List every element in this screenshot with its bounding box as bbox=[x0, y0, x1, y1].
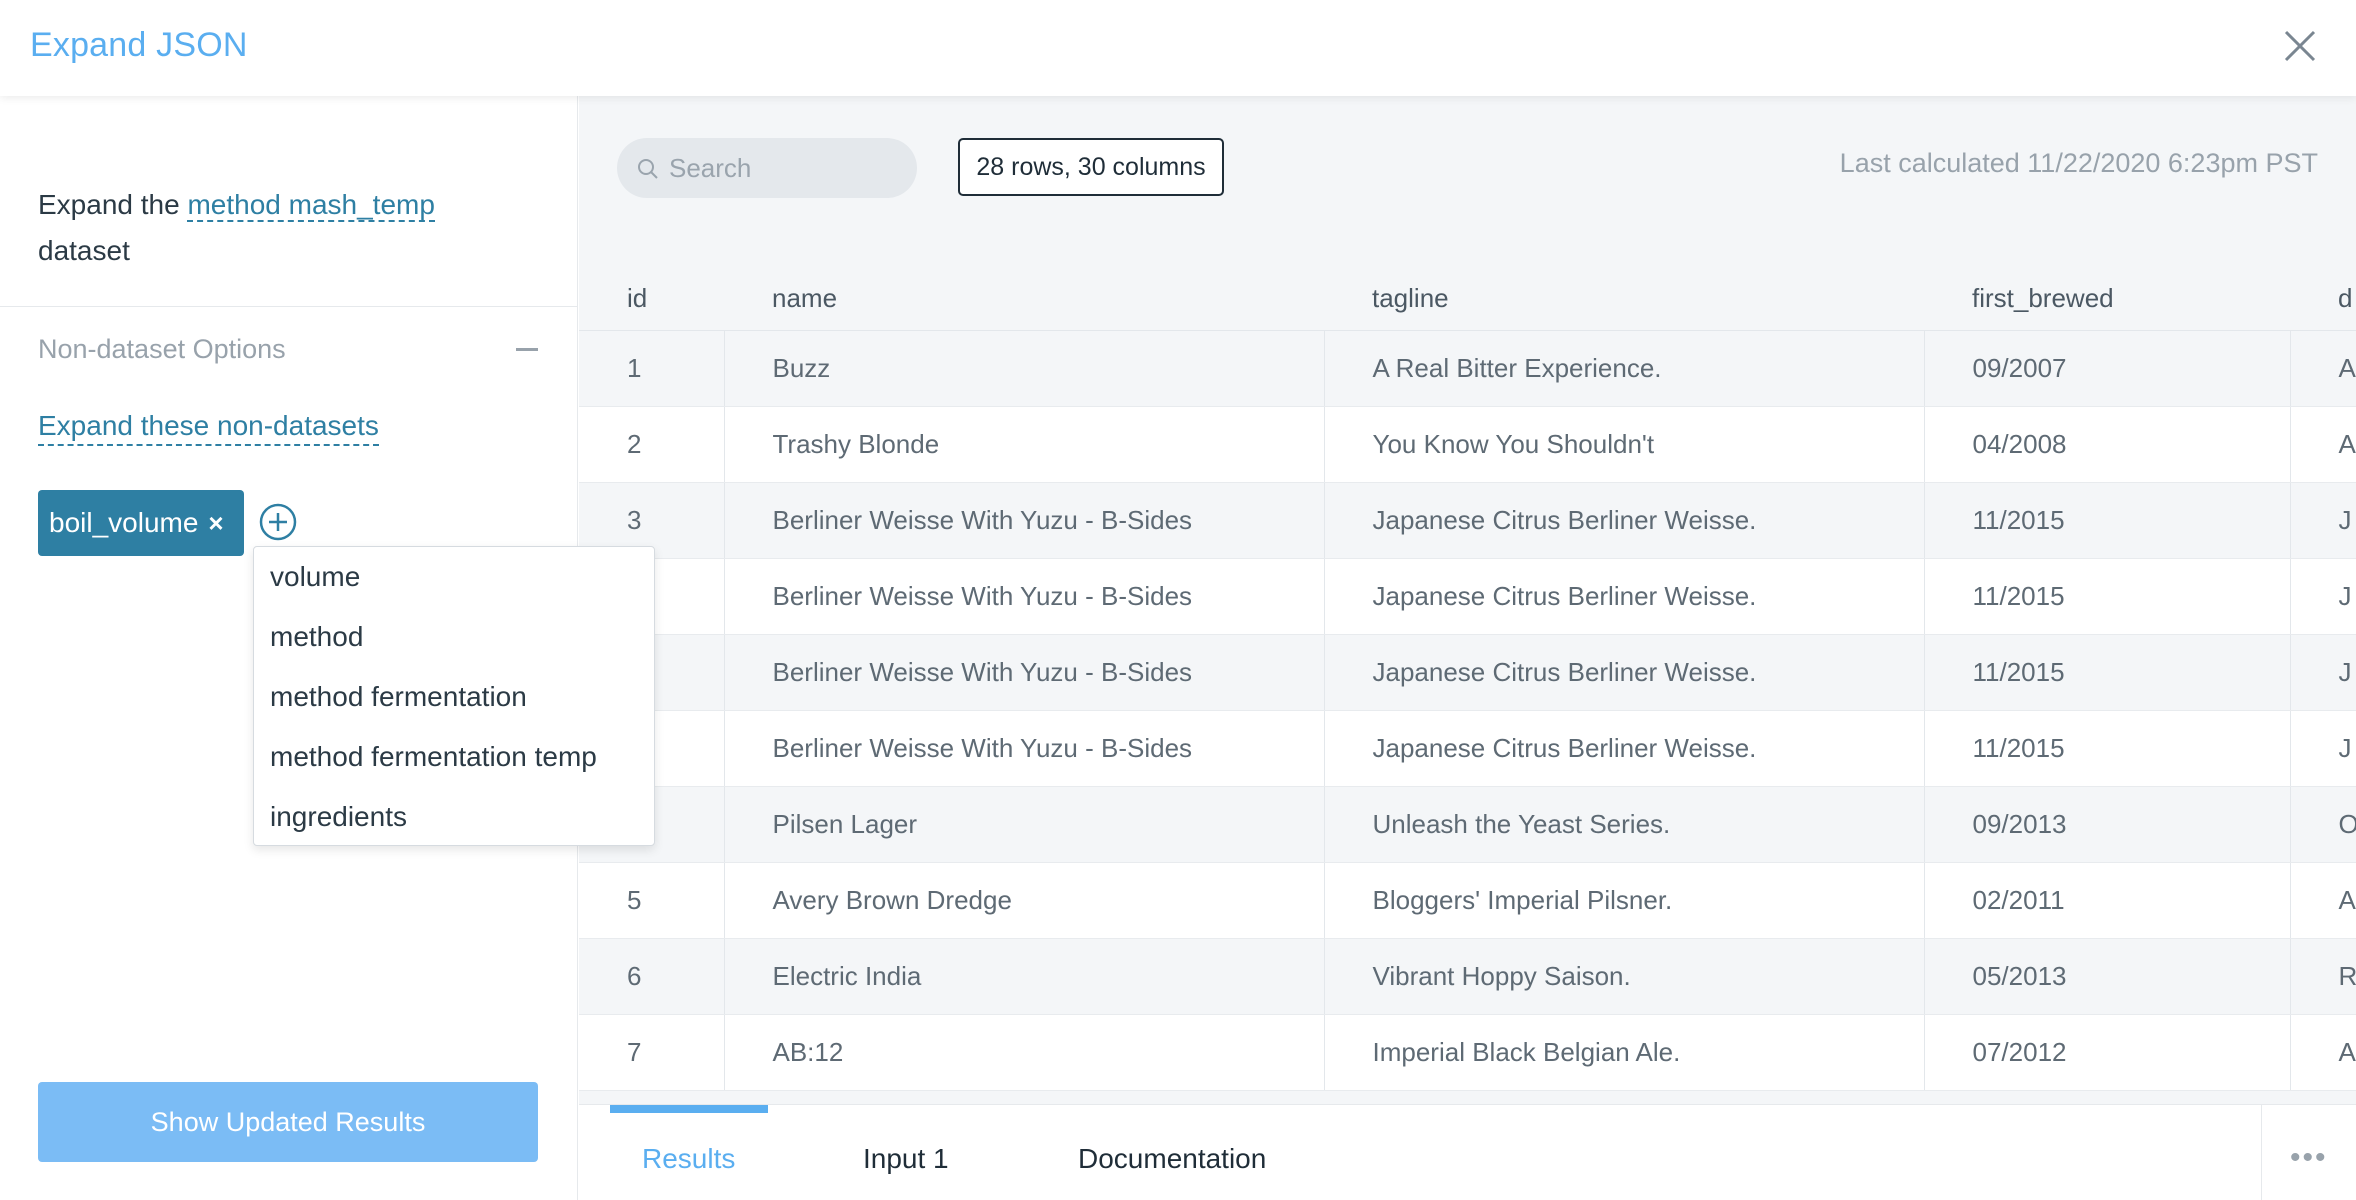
table-row: Berliner Weisse With Yuzu - B-Sides Japan… bbox=[579, 558, 2356, 635]
tab-results[interactable]: Results bbox=[642, 1143, 735, 1175]
tab-documentation[interactable]: Documentation bbox=[1078, 1143, 1266, 1175]
column-header[interactable]: d bbox=[2290, 268, 2356, 331]
table-cell: Trashy Blonde bbox=[724, 406, 1325, 483]
table-cell: Unleash the Yeast Series. bbox=[1324, 786, 1925, 863]
expand-non-datasets-link[interactable]: Expand these non-datasets bbox=[38, 410, 379, 446]
dataset-link[interactable]: method mash_temp bbox=[187, 189, 435, 222]
intro-suffix: dataset bbox=[38, 235, 130, 266]
tag-label: boil_volume bbox=[49, 507, 199, 538]
column-header[interactable]: first_brewed bbox=[1924, 268, 2290, 331]
table-cell: AB:12 bbox=[724, 1014, 1325, 1091]
table-cell: A bbox=[2290, 330, 2356, 407]
table-cell: 11/2015 bbox=[1924, 482, 2291, 559]
table-cell: 07/2012 bbox=[1924, 1014, 2291, 1091]
table-cell: 11/2015 bbox=[1924, 710, 2291, 787]
dropdown-option[interactable]: method fermentation bbox=[254, 667, 654, 727]
add-icon[interactable] bbox=[258, 502, 298, 542]
table-cell: J bbox=[2290, 710, 2356, 787]
table-cell: 6 bbox=[579, 938, 725, 1015]
search-box[interactable] bbox=[617, 138, 917, 198]
table-cell: 09/2013 bbox=[1924, 786, 2291, 863]
table-row: 1 Buzz A Real Bitter Experience. 09/2007 A bbox=[579, 330, 2356, 407]
results-table: id name tagline first_brewed d 1 Buzz A Re… bbox=[579, 268, 2356, 1091]
table-row: Berliner Weisse With Yuzu - B-Sides Japan… bbox=[579, 634, 2356, 711]
column-header[interactable]: name bbox=[724, 268, 1324, 331]
table-cell: 2 bbox=[579, 406, 725, 483]
table-cell: 04/2008 bbox=[1924, 406, 2291, 483]
modal-title: Expand JSON bbox=[30, 26, 248, 64]
table-row: 3 Berliner Weisse With Yuzu - B-Sides Japa… bbox=[579, 482, 2356, 559]
table-cell: A bbox=[2290, 1014, 2356, 1091]
table-cell: Imperial Black Belgian Ale. bbox=[1324, 1014, 1925, 1091]
table-row: 6 Electric India Vibrant Hoppy Saison. 05/2… bbox=[579, 938, 2356, 1015]
table-cell: 7 bbox=[579, 1014, 725, 1091]
dropdown-option[interactable]: method fermentation temp bbox=[254, 727, 654, 787]
table-cell: 11/2015 bbox=[1924, 634, 2291, 711]
table-cell: A bbox=[2290, 406, 2356, 483]
options-dropdown: volume method method fermentation method… bbox=[253, 546, 655, 846]
table-cell: Berliner Weisse With Yuzu - B-Sides bbox=[724, 558, 1325, 635]
table-cell: Pilsen Lager bbox=[724, 786, 1325, 863]
selected-tag: boil_volume × bbox=[38, 490, 244, 556]
show-updated-results-button[interactable]: Show Updated Results bbox=[38, 1082, 538, 1162]
results-panel: 28 rows, 30 columns Last calculated 11/2… bbox=[579, 96, 2356, 1200]
intro-text: Expand the method mash_temp dataset bbox=[38, 182, 558, 274]
rows-columns-badge: 28 rows, 30 columns bbox=[958, 138, 1224, 196]
table-cell: J bbox=[2290, 558, 2356, 635]
table-cell: O bbox=[2290, 786, 2356, 863]
last-calculated: Last calculated 11/22/2020 6:23pm PST bbox=[1839, 148, 2318, 178]
intro-prefix: Expand the bbox=[38, 189, 188, 220]
more-options-icon[interactable]: ••• bbox=[2290, 1141, 2328, 1175]
table-cell: Japanese Citrus Berliner Weisse. bbox=[1324, 710, 1925, 787]
divider bbox=[2261, 1105, 2262, 1200]
table-cell: Japanese Citrus Berliner Weisse. bbox=[1324, 482, 1925, 559]
table-cell: 5 bbox=[579, 862, 725, 939]
table-cell: 1 bbox=[579, 330, 725, 407]
divider bbox=[0, 306, 578, 307]
table-cell: 02/2011 bbox=[1924, 862, 2291, 939]
table-row: 7 AB:12 Imperial Black Belgian Ale. 07/2012… bbox=[579, 1014, 2356, 1091]
table-cell: Electric India bbox=[724, 938, 1325, 1015]
table-row: 5 Avery Brown Dredge Bloggers' Imperial Pi… bbox=[579, 862, 2356, 939]
tab-input-1[interactable]: Input 1 bbox=[863, 1143, 949, 1175]
table-cell: A Real Bitter Experience. bbox=[1324, 330, 1925, 407]
bottom-tabs: Results Input 1 Documentation ••• bbox=[579, 1104, 2356, 1200]
close-icon[interactable] bbox=[2280, 26, 2320, 66]
table-cell: Buzz bbox=[724, 330, 1325, 407]
collapse-icon[interactable] bbox=[516, 348, 538, 351]
table-cell: J bbox=[2290, 482, 2356, 559]
column-header[interactable]: id bbox=[579, 268, 724, 331]
table-row: Berliner Weisse With Yuzu - B-Sides Japan… bbox=[579, 710, 2356, 787]
dropdown-option[interactable]: ingredients bbox=[254, 787, 654, 847]
table-header-row: id name tagline first_brewed d bbox=[579, 268, 2356, 331]
search-input[interactable] bbox=[669, 138, 899, 198]
table-cell: Japanese Citrus Berliner Weisse. bbox=[1324, 558, 1925, 635]
table-cell: R bbox=[2290, 938, 2356, 1015]
active-tab-indicator bbox=[610, 1105, 768, 1113]
table-cell: J bbox=[2290, 634, 2356, 711]
table-cell: Vibrant Hoppy Saison. bbox=[1324, 938, 1925, 1015]
table-cell: 11/2015 bbox=[1924, 558, 2291, 635]
table-cell: Avery Brown Dredge bbox=[724, 862, 1325, 939]
table-cell: You Know You Shouldn't bbox=[1324, 406, 1925, 483]
section-title: Non-dataset Options bbox=[38, 334, 286, 364]
search-icon bbox=[638, 159, 658, 179]
table-cell: 05/2013 bbox=[1924, 938, 2291, 1015]
table-cell: Berliner Weisse With Yuzu - B-Sides bbox=[724, 482, 1325, 559]
table-row: Pilsen Lager Unleash the Yeast Series. 09/… bbox=[579, 786, 2356, 863]
dropdown-option[interactable]: method bbox=[254, 607, 654, 667]
remove-tag-icon[interactable]: × bbox=[208, 508, 223, 539]
table-cell: 09/2007 bbox=[1924, 330, 2291, 407]
table-cell: Berliner Weisse With Yuzu - B-Sides bbox=[724, 710, 1325, 787]
table-cell: Berliner Weisse With Yuzu - B-Sides bbox=[724, 634, 1325, 711]
modal-header: Expand JSON bbox=[0, 0, 2356, 96]
column-header[interactable]: tagline bbox=[1324, 268, 1924, 331]
table-row: 2 Trashy Blonde You Know You Shouldn't 04/2… bbox=[579, 406, 2356, 483]
dropdown-option[interactable]: volume bbox=[254, 547, 654, 607]
table-cell: A bbox=[2290, 862, 2356, 939]
table-cell: Bloggers' Imperial Pilsner. bbox=[1324, 862, 1925, 939]
table-cell: Japanese Citrus Berliner Weisse. bbox=[1324, 634, 1925, 711]
